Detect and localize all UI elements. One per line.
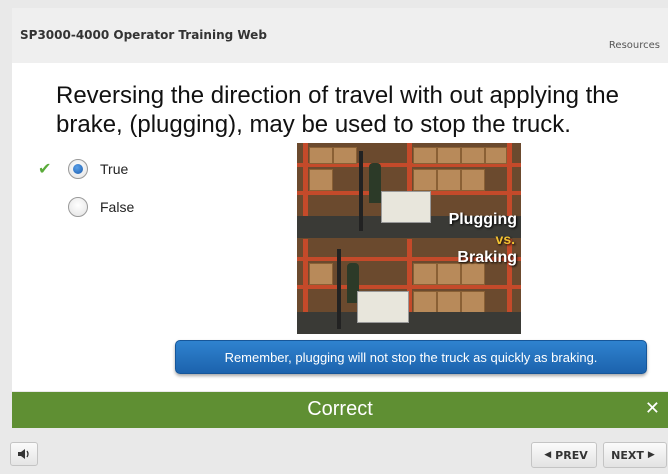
course-title: SP3000-4000 Operator Training Web	[20, 28, 267, 42]
radio-false[interactable]	[68, 197, 88, 217]
hint-callout: Remember, plugging will not stop the tru…	[175, 340, 647, 374]
option-label-false: False	[100, 199, 135, 215]
answer-option-false[interactable]: False	[68, 195, 134, 219]
close-icon[interactable]: ✕	[645, 398, 660, 419]
next-label: NEXT	[611, 448, 644, 462]
slide-content: Reversing the direction of travel with o…	[12, 63, 668, 391]
player-header: SP3000-4000 Operator Training Web Resour…	[12, 8, 668, 63]
player-footer: ◀ PREV NEXT ▶	[0, 428, 668, 474]
chevron-right-icon: ▶	[647, 450, 655, 460]
feedback-bar: Correct ✕	[12, 392, 668, 428]
image-caption-braking: Braking	[457, 249, 517, 266]
sound-toggle-button[interactable]	[10, 442, 38, 466]
radio-true[interactable]	[68, 159, 88, 179]
next-button[interactable]: NEXT ▶	[603, 442, 667, 468]
answer-option-true[interactable]: True	[68, 157, 128, 181]
prev-button[interactable]: ◀ PREV	[531, 442, 597, 468]
question-text: Reversing the direction of travel with o…	[56, 82, 619, 138]
chevron-left-icon: ◀	[544, 450, 552, 460]
plugging-vs-braking-image: Plugging vs. Braking	[297, 143, 521, 334]
prev-label: PREV	[555, 448, 588, 462]
option-label-true: True	[100, 161, 129, 177]
image-caption-vs: vs.	[495, 231, 515, 247]
resources-link[interactable]: Resources	[609, 40, 660, 51]
feedback-label: Correct	[307, 398, 373, 420]
speaker-icon	[18, 449, 29, 459]
player-frame: SP3000-4000 Operator Training Web Resour…	[0, 0, 668, 474]
image-caption-plugging: Plugging	[448, 211, 517, 228]
checkmark-icon: ✔	[38, 159, 52, 178]
